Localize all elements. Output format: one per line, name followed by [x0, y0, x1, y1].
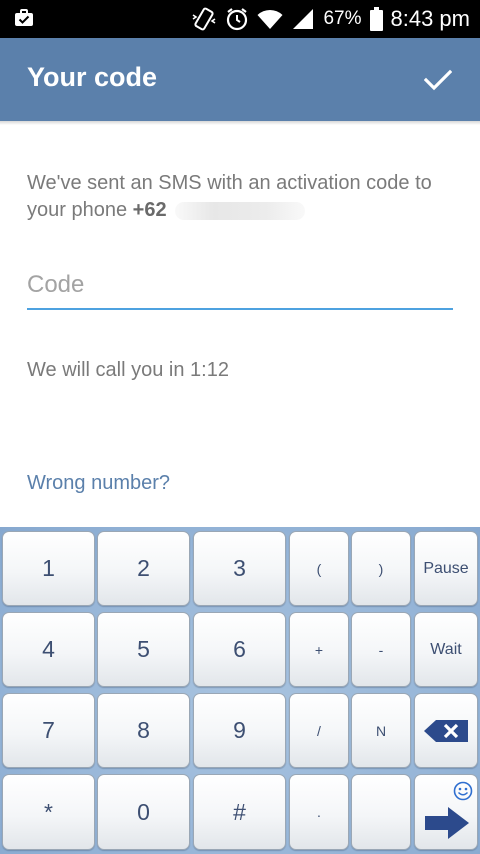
phone-number-redacted	[174, 201, 305, 220]
smiley-icon	[453, 781, 473, 801]
enter-key[interactable]	[414, 774, 478, 850]
key-n[interactable]: N	[351, 693, 411, 768]
key-pause[interactable]: Pause	[414, 531, 478, 606]
signal-icon	[291, 8, 315, 30]
done-button[interactable]	[420, 62, 456, 98]
app-bar-shadow	[0, 121, 480, 125]
key-wait[interactable]: Wait	[414, 612, 478, 687]
key-minus[interactable]: -	[351, 612, 411, 687]
key-open-paren[interactable]: (	[289, 531, 349, 606]
arrow-right-icon	[425, 807, 469, 839]
key-5[interactable]: 5	[97, 612, 190, 687]
key-asterisk[interactable]: *	[2, 774, 95, 850]
key-period[interactable]: .	[289, 774, 349, 850]
alarm-icon	[225, 7, 249, 31]
key-close-paren[interactable]: )	[351, 531, 411, 606]
app-bar: Your code	[0, 38, 480, 121]
key-slash[interactable]: /	[289, 693, 349, 768]
battery-percent: 67%	[323, 8, 362, 29]
key-6[interactable]: 6	[193, 612, 286, 687]
key-7[interactable]: 7	[2, 693, 95, 768]
wrong-number-link[interactable]: Wrong number?	[27, 472, 170, 495]
briefcase-check-icon	[14, 9, 34, 27]
key-plus[interactable]: +	[289, 612, 349, 687]
key-2[interactable]: 2	[97, 531, 190, 606]
vibrate-icon	[191, 6, 217, 32]
checkmark-icon	[424, 69, 452, 91]
code-input[interactable]	[27, 262, 453, 310]
battery-icon	[369, 7, 383, 31]
key-9[interactable]: 9	[193, 693, 286, 768]
key-hash[interactable]: #	[193, 774, 286, 850]
key-3[interactable]: 3	[193, 531, 286, 606]
wifi-icon	[257, 8, 283, 30]
backspace-key[interactable]	[414, 693, 478, 768]
phone-prefix: +62	[132, 199, 167, 221]
status-bar: 67% 8:43 pm	[0, 0, 480, 38]
key-0[interactable]: 0	[97, 774, 190, 850]
call-timer: We will call you in 1:12	[27, 359, 229, 381]
page-title: Your code	[27, 62, 158, 92]
key-1[interactable]: 1	[2, 531, 95, 606]
key-8[interactable]: 8	[97, 693, 190, 768]
key-blank[interactable]	[351, 774, 411, 850]
keyboard: 1 2 3 ( ) Pause 4 5 6 + - Wait 7 8 9 / N…	[0, 527, 480, 854]
sms-message: We've sent an SMS with an activation cod…	[27, 170, 457, 224]
clock-time: 8:43 pm	[390, 6, 471, 31]
key-4[interactable]: 4	[2, 612, 95, 687]
backspace-icon	[424, 719, 468, 742]
